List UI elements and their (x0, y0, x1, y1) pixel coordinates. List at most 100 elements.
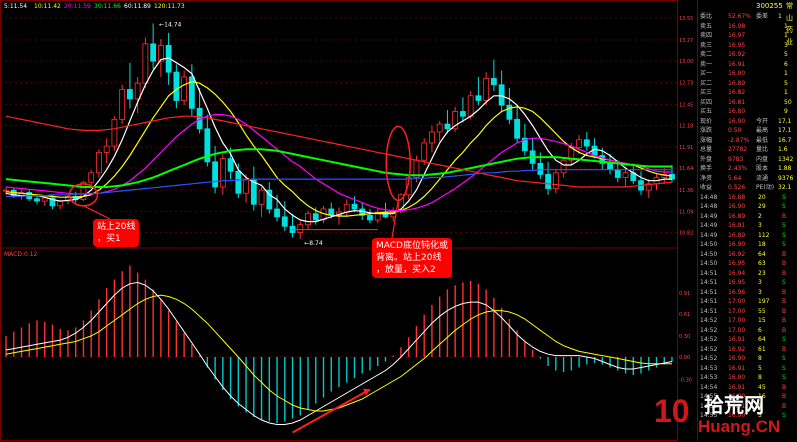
quote-value: 16.98 (728, 22, 746, 30)
quote-value: 16.90 (728, 70, 746, 77)
candle-body (483, 78, 490, 101)
quote-label: 买一 (700, 70, 713, 77)
quote-value: 16.92 (728, 51, 746, 58)
trade-price: 16.95 (728, 260, 746, 267)
trade-row: 14:50 16.92 64 B (698, 250, 797, 260)
stock-header: 300255 常山药业 (698, 0, 797, 46)
buy2-circle (385, 125, 411, 202)
candle-body (119, 89, 126, 120)
trade-row: 14:52 16.91 64 S (698, 335, 797, 345)
trade-row: 14:48 16.88 20 S (698, 193, 797, 203)
candle-body (258, 189, 265, 205)
quote-label: 涨幅 (700, 136, 713, 144)
trade-row: 14:51 17.00 55 B (698, 307, 797, 317)
candle-body (173, 71, 180, 101)
trade-price: 16.88 (728, 193, 746, 201)
trade-time: 14:49 (700, 231, 718, 239)
candle-body (545, 173, 551, 189)
buy2-line2: 背离。站上20线 (376, 253, 442, 263)
trade-price: 16.90 (728, 374, 746, 381)
candle-body (88, 172, 95, 183)
trade-price: 16.95 (728, 279, 746, 286)
macd-tick-label: 0.00 (679, 355, 690, 361)
quote-label: 买四 (700, 98, 713, 106)
candle-body (506, 104, 513, 120)
quote-value-2: 9 (784, 108, 788, 115)
trade-volume: 18 (758, 241, 766, 248)
quote-value: 2.43% (728, 165, 748, 172)
trade-time: 14:53 (700, 374, 718, 381)
trade-side: B (782, 307, 787, 315)
candle-body (343, 203, 350, 213)
trade-time: 14:50 (700, 241, 718, 248)
trade-time: 14:51 (700, 269, 718, 277)
quote-row: 换手 2.43% 股本 1.88 (698, 164, 797, 174)
quote-label-2: 内盘 (756, 155, 769, 163)
quote-value: 52.67% (728, 13, 751, 20)
quote-value: 0.526 (728, 184, 746, 191)
trade-side: B (782, 298, 787, 305)
trade-side: B (782, 212, 787, 220)
quote-label-2: 量比 (756, 146, 769, 153)
candle-body (614, 169, 621, 178)
trade-volume: 112 (758, 231, 770, 239)
trade-side: S (782, 364, 786, 372)
candle-body (111, 118, 118, 147)
candle-body (305, 213, 311, 226)
quote-label: 买三 (700, 89, 713, 96)
trade-volume: 55 (758, 307, 766, 315)
quote-value: 5.64 (728, 174, 742, 182)
price-tick-label: 11.09 (679, 209, 693, 215)
candle-body (576, 139, 582, 149)
trade-time: 14:52 (700, 355, 718, 362)
quote-value-2: 1342 (778, 155, 794, 163)
trade-price: 16.92 (728, 250, 746, 258)
trade-side: B (782, 317, 787, 324)
trade-volume: 6 (758, 326, 762, 334)
trade-row: 14:50 16.90 18 S (698, 240, 797, 250)
quote-value-2: 5 (784, 79, 788, 87)
price-tick-label: 10.82 (679, 231, 693, 237)
trade-row: 14:51 17.00 197 B (698, 297, 797, 307)
buy2-annotation: MACD底位钝化或 背离。站上20线 ，放量，买入2 (372, 238, 452, 278)
quote-row: 买五 16.80 9 (698, 107, 797, 117)
candle-body (622, 172, 629, 178)
quote-value-2: 1.6 (778, 146, 788, 153)
quote-label-2: 流通 (756, 174, 769, 182)
buy2-line3: ，放量，买入2 (376, 265, 436, 275)
trade-price: 17.00 (728, 298, 746, 305)
candle-body (429, 131, 435, 144)
trade-time: 14:52 (700, 317, 718, 324)
price-tick-label: 11.36 (679, 188, 693, 194)
quote-row: 委比 52.67% 委差 1 (698, 12, 797, 22)
candle-body (227, 158, 234, 172)
quote-rows: 委比 52.67% 委差 1 卖五 16.98 1 卖四 16.97 1 卖三 16.95 3 卖二 16.… (698, 12, 797, 193)
quote-label: 收益 (700, 184, 713, 191)
trade-side: S (782, 231, 786, 239)
trade-side: S (782, 374, 786, 381)
trade-side: B (782, 250, 787, 258)
quote-value: 16.89 (728, 79, 746, 87)
quote-value-2: 50 (784, 98, 792, 106)
buy1-pointer (83, 205, 111, 220)
macd-tick-label: 0.61 (679, 312, 690, 318)
candle-body (607, 162, 613, 171)
candle-body (669, 173, 675, 180)
quote-row: 卖五 16.98 1 (698, 22, 797, 32)
trade-row: 14:48 16.90 29 S (698, 202, 797, 212)
quote-label: 卖一 (700, 60, 713, 68)
trade-price: 16.90 (728, 355, 746, 362)
trade-side: S (782, 336, 786, 343)
candle-body (274, 208, 280, 218)
quote-label: 卖三 (700, 41, 713, 49)
quote-label: 现价 (700, 117, 713, 125)
trade-price: 16.89 (728, 231, 746, 239)
trade-price: 16.89 (728, 212, 746, 220)
trade-volume: 63 (758, 260, 766, 267)
trade-side: S (782, 355, 786, 362)
quote-value-2: 9376 (778, 174, 794, 182)
quote-value-2: 1.88 (778, 165, 792, 172)
trade-price: 16.96 (728, 288, 746, 296)
trade-volume: 20 (758, 193, 766, 201)
macd-tick-label: 0.91 (679, 291, 690, 297)
